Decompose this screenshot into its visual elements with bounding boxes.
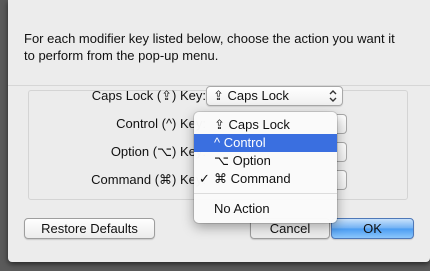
control-key-label: Control (^) Key: [116,116,206,131]
caps-lock-popup[interactable]: ⇪ Caps Lock [206,86,343,106]
menu-item-no-action[interactable]: No Action [194,200,337,218]
ok-button[interactable]: OK [331,218,414,239]
modifier-action-menu: ⇪ Caps Lock ^ Control ⌥ Option ✓ ⌘ Comma… [194,112,337,223]
command-key-label: Command (⌘) Key: [91,172,206,187]
instructions-text: For each modifier key listed below, choo… [24,31,395,63]
menu-separator [194,193,337,194]
menu-item-caps-lock[interactable]: ⇪ Caps Lock [194,116,337,134]
command-popup[interactable] [337,170,347,190]
control-popup[interactable] [337,114,347,134]
menu-item-option[interactable]: ⌥ Option [194,152,337,170]
option-popup[interactable] [337,142,347,162]
caps-lock-key-label: Caps Lock (⇪) Key: [91,88,206,103]
option-key-label: Option (⌥) Key: [110,144,206,159]
restore-defaults-button[interactable]: Restore Defaults [24,218,155,239]
menu-item-control[interactable]: ^ Control [194,134,337,152]
checkmark-icon: ✓ [199,171,210,186]
menu-item-command[interactable]: ✓ ⌘ Command [194,170,337,188]
popup-arrows-icon [329,90,337,102]
caps-lock-popup-value: ⇪ Caps Lock [213,88,289,103]
